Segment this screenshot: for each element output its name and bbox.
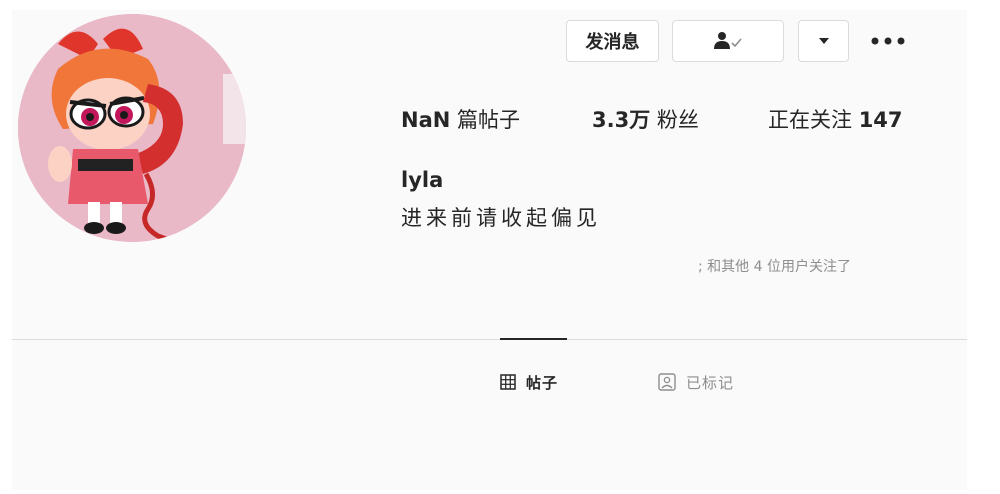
followers-count-value: 3.3万 bbox=[592, 108, 651, 132]
tab-tagged[interactable]: 已标记 bbox=[658, 371, 734, 393]
following-button[interactable] bbox=[672, 20, 784, 62]
followers-count-label: 粉丝 bbox=[656, 108, 699, 132]
following-count-label: 正在关注 bbox=[768, 108, 852, 132]
send-message-label: 发消息 bbox=[585, 32, 640, 53]
followed-by-text[interactable]: ; 和其他 4 位用户关注了 bbox=[698, 256, 851, 276]
profile-username: lyla bbox=[401, 168, 444, 192]
send-message-button[interactable]: 发消息 bbox=[566, 20, 659, 62]
tab-posts[interactable]: 帖子 bbox=[500, 371, 558, 393]
avatar[interactable] bbox=[18, 14, 246, 242]
posts-count: NaN 篇帖子 bbox=[401, 104, 520, 134]
following-count-value: 147 bbox=[858, 108, 903, 132]
following-count[interactable]: 正在关注 147 bbox=[768, 104, 903, 134]
followers-count[interactable]: 3.3万 粉丝 bbox=[592, 104, 699, 134]
grid-icon bbox=[500, 374, 516, 390]
profile-page: 发消息 NaN 篇帖子 3.3万 粉丝 正在关注 147 lyla 进来前请收起… bbox=[0, 0, 1000, 494]
tab-posts-label: 帖子 bbox=[526, 373, 559, 392]
suggested-dropdown-button[interactable] bbox=[798, 20, 849, 62]
posts-count-value: NaN bbox=[401, 108, 451, 132]
tabs-divider bbox=[12, 339, 967, 340]
posts-count-label: 篇帖子 bbox=[457, 108, 521, 132]
person-check-icon bbox=[713, 31, 743, 51]
tag-icon bbox=[658, 373, 676, 391]
active-tab-indicator bbox=[500, 338, 567, 340]
caret-down-icon bbox=[818, 37, 830, 45]
avatar-illustration bbox=[18, 14, 246, 242]
profile-bio: 进来前请收起偏见 bbox=[401, 206, 601, 230]
tab-tagged-label: 已标记 bbox=[686, 373, 735, 392]
more-horizontal-icon bbox=[871, 37, 905, 45]
more-options-button[interactable] bbox=[868, 22, 908, 60]
